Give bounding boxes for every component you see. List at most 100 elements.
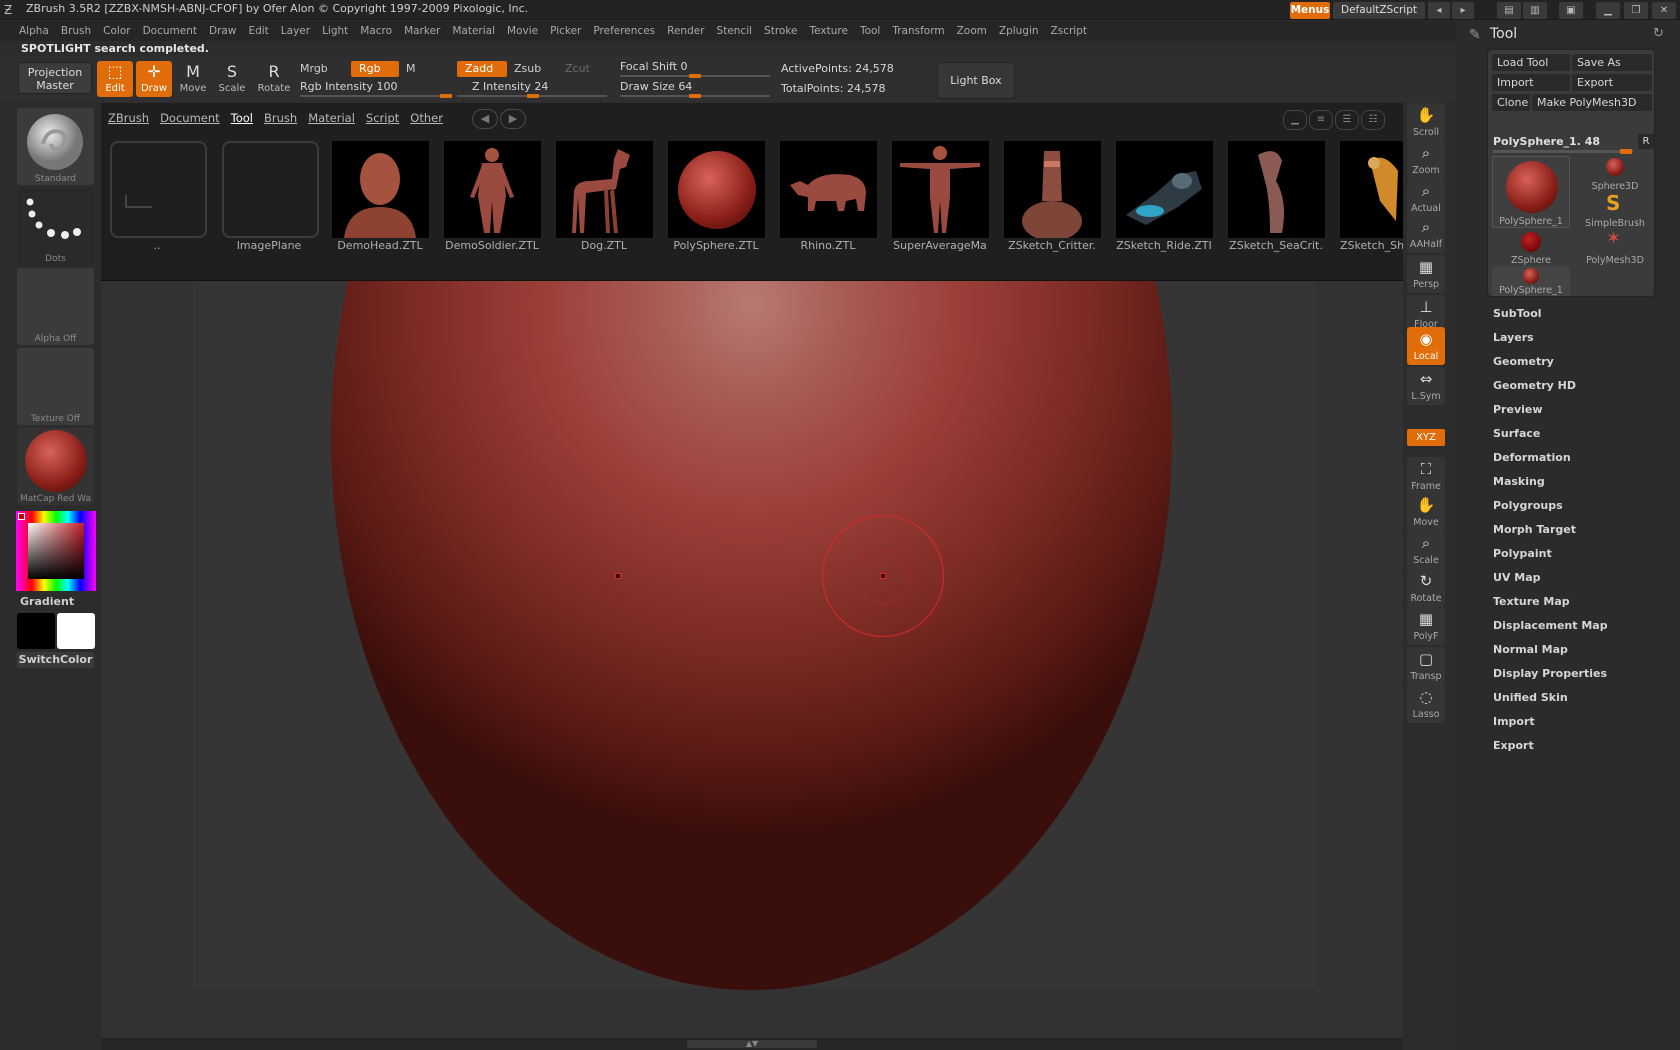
subpalette-import[interactable]: Import xyxy=(1493,715,1673,728)
view-list-icon[interactable]: ☰ xyxy=(1335,110,1359,130)
lightbox-tab-zbrush[interactable]: ZBrush xyxy=(108,111,149,125)
lightbox-tab-material[interactable]: Material xyxy=(308,111,355,125)
menu-color[interactable]: Color xyxy=(97,21,136,41)
subpalette-deformation[interactable]: Deformation xyxy=(1493,451,1673,464)
minimize-icon[interactable]: ▁ xyxy=(1596,2,1620,19)
subpalette-polygroups[interactable]: Polygroups xyxy=(1493,499,1673,512)
move-button[interactable]: ✋ Move xyxy=(1407,493,1445,531)
rgb-intensity-slider[interactable]: Rgb Intensity 100 xyxy=(300,80,397,93)
lightbox-prev-icon[interactable]: ◀ xyxy=(472,109,498,129)
m-toggle[interactable]: M xyxy=(398,61,428,77)
menu-zoom[interactable]: Zoom xyxy=(951,21,993,41)
scroll-button[interactable]: ✋ Scroll xyxy=(1407,103,1445,141)
focal-shift-slider[interactable]: Focal Shift 0 xyxy=(620,60,688,73)
menu-movie[interactable]: Movie xyxy=(501,21,544,41)
subpalette-export[interactable]: Export xyxy=(1493,739,1673,752)
menu-layer[interactable]: Layer xyxy=(275,21,316,41)
lightbox-item-zsketch-seacritter[interactable] xyxy=(1228,141,1325,238)
default-zscript-button[interactable]: DefaultZScript xyxy=(1333,2,1425,19)
subpalette-preview[interactable]: Preview xyxy=(1493,403,1673,416)
lightbox-item-superaverageman[interactable] xyxy=(892,141,989,238)
menu-tool[interactable]: Tool xyxy=(854,21,886,41)
rotate-mode-button[interactable]: R Rotate xyxy=(256,61,292,97)
import-button[interactable]: Import xyxy=(1492,74,1570,91)
menu-macro[interactable]: Macro xyxy=(354,21,398,41)
lightbox-item-demosoldier[interactable] xyxy=(444,141,541,238)
primary-color-swatch[interactable] xyxy=(17,613,55,649)
view-detail-icon[interactable]: ☷ xyxy=(1361,110,1385,130)
lightbox-item-rhino[interactable] xyxy=(780,141,877,238)
menu-preferences[interactable]: Preferences xyxy=(587,21,661,41)
lightbox-item-imageplane[interactable] xyxy=(222,141,319,238)
subpalette-displacement-map[interactable]: Displacement Map xyxy=(1493,619,1673,632)
subpalette-geometry[interactable]: Geometry xyxy=(1493,355,1673,368)
frame-button[interactable]: ⛶ Frame xyxy=(1407,457,1445,495)
stroke-selector[interactable]: Dots xyxy=(17,188,94,265)
actual-button[interactable]: ⌕ Actual xyxy=(1407,179,1445,217)
lightbox-tab-tool[interactable]: Tool xyxy=(231,111,253,125)
zcut-toggle[interactable]: Zcut xyxy=(557,61,597,77)
draw-size-slider[interactable]: Draw Size 64 xyxy=(620,80,692,93)
lasso-button[interactable]: ◌ Lasso xyxy=(1407,685,1445,723)
menu-stencil[interactable]: Stencil xyxy=(711,21,759,41)
color-picker[interactable] xyxy=(16,511,96,591)
local-button[interactable]: ◉ Local xyxy=(1407,327,1445,365)
alpha-selector[interactable]: Alpha Off xyxy=(17,268,94,345)
refresh-icon[interactable]: ↻ xyxy=(1653,26,1664,41)
menus-button[interactable]: Menus xyxy=(1290,2,1330,19)
lightbox-next-icon[interactable]: ▶ xyxy=(500,109,526,129)
transp-button[interactable]: ▢ Transp xyxy=(1407,647,1445,685)
z-intensity-slider[interactable]: Z Intensity 24 xyxy=(472,80,548,93)
subpalette-texture-map[interactable]: Texture Map xyxy=(1493,595,1673,608)
subpalette-subtool[interactable]: SubTool xyxy=(1493,307,1673,320)
lightbox-item-dog[interactable] xyxy=(556,141,653,238)
current-tool-slider[interactable]: PolySphere_1. 48 xyxy=(1493,135,1633,154)
brush-selector[interactable]: Standard xyxy=(17,108,94,185)
document-canvas[interactable]: ZBrush Document Tool Brush Material Script Oth… xyxy=(101,103,1403,1038)
lightbox-item-zsketch-sh[interactable] xyxy=(1340,141,1403,238)
subpalette-morph-target[interactable]: Morph Target xyxy=(1493,523,1673,536)
draw-mode-button[interactable]: ✛ Draw xyxy=(136,61,172,97)
lightbox-tab-script[interactable]: Script xyxy=(366,111,399,125)
export-button[interactable]: Export xyxy=(1572,74,1652,91)
menu-document[interactable]: Document xyxy=(137,21,203,41)
view-small-icon[interactable]: ▁ xyxy=(1283,110,1307,130)
menu-transform[interactable]: Transform xyxy=(886,21,950,41)
rgb-toggle[interactable]: Rgb xyxy=(351,61,399,77)
save-as-button[interactable]: Save As xyxy=(1572,54,1652,71)
zadd-toggle[interactable]: Zadd xyxy=(457,61,507,77)
edit-mode-button[interactable]: ⬚ Edit xyxy=(97,61,133,97)
lsym-button[interactable]: ⇔ L.Sym xyxy=(1407,367,1445,405)
menu-edit[interactable]: Edit xyxy=(242,21,274,41)
light-box-button[interactable]: Light Box xyxy=(937,62,1015,99)
subpalette-unified-skin[interactable]: Unified Skin xyxy=(1493,691,1673,704)
menu-texture[interactable]: Texture xyxy=(804,21,854,41)
scale-mode-button[interactable]: S Scale xyxy=(214,61,250,97)
lightbox-item-zsketch-ride[interactable] xyxy=(1116,141,1213,238)
subpalette-display-properties[interactable]: Display Properties xyxy=(1493,667,1673,680)
secondary-color-swatch[interactable] xyxy=(57,613,95,649)
material-selector[interactable]: MatCap Red Wa xyxy=(17,428,94,505)
zoom-button[interactable]: ⌕ Zoom xyxy=(1407,141,1445,179)
layout-prev-icon[interactable]: ◂ xyxy=(1428,2,1450,19)
z-intensity-knob[interactable] xyxy=(527,94,539,98)
menu-zplugin[interactable]: Zplugin xyxy=(993,21,1045,41)
move-mode-button[interactable]: M Move xyxy=(175,61,211,97)
tool-thumb-polysphere-current[interactable]: PolySphere_1 xyxy=(1492,156,1570,228)
menu-zscript[interactable]: Zscript xyxy=(1045,21,1093,41)
close-icon[interactable]: ✕ xyxy=(1652,2,1676,19)
layout-next-icon[interactable]: ▸ xyxy=(1452,2,1474,19)
tool-thumb-sphere3d[interactable]: Sphere3D xyxy=(1580,156,1650,192)
menu-alpha[interactable]: Alpha xyxy=(0,21,55,41)
current-tool-knob[interactable] xyxy=(1620,149,1632,154)
lightbox-tab-other[interactable]: Other xyxy=(410,111,443,125)
lock-icon[interactable]: ▣ xyxy=(1559,2,1583,19)
aahalf-button[interactable]: ⌕ AAHalf xyxy=(1407,215,1445,253)
subpalette-masking[interactable]: Masking xyxy=(1493,475,1673,488)
bottom-tray-handle-icon[interactable]: ▲▼ xyxy=(687,1040,817,1048)
polyf-button[interactable]: ▦ PolyF xyxy=(1407,607,1445,645)
persp-button[interactable]: ▦ Persp xyxy=(1407,255,1445,293)
subpalette-polypaint[interactable]: Polypaint xyxy=(1493,547,1673,560)
tool-thumb-zsphere[interactable]: ZSphere xyxy=(1492,230,1570,266)
make-polymesh3d-button[interactable]: Make PolyMesh3D xyxy=(1532,94,1652,111)
